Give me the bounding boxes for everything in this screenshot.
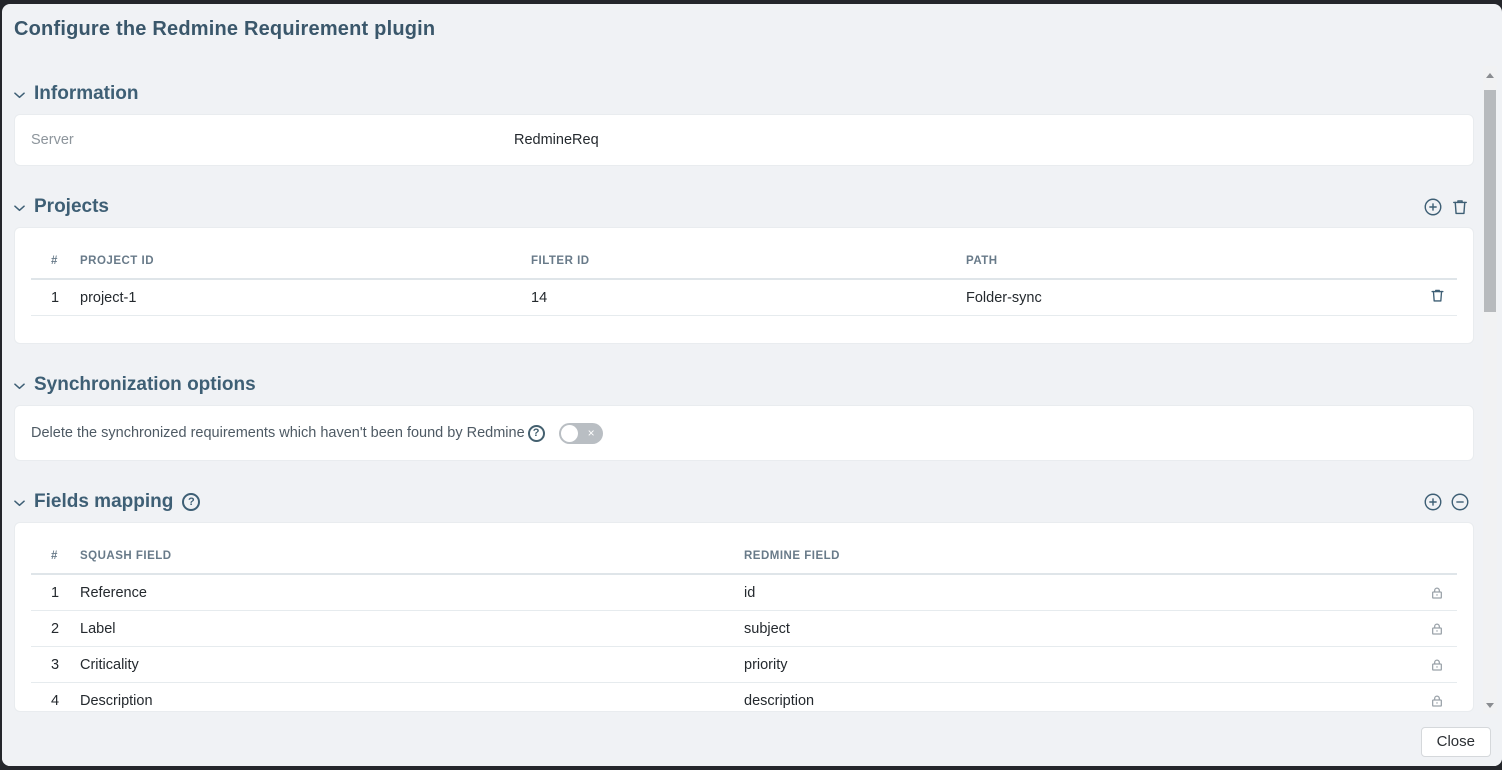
- field-mapping-row: 3 Criticality priority: [31, 647, 1457, 683]
- field-row-squash-field: Criticality: [80, 657, 744, 673]
- information-card: Server RedmineReq: [14, 114, 1474, 166]
- column-header-index: #: [51, 550, 80, 562]
- projects-section-heading: Projects: [14, 196, 1474, 218]
- scrollbar-thumb[interactable]: [1484, 90, 1496, 312]
- projects-table: # PROJECT ID FILTER ID PATH 1 project-1 …: [14, 227, 1474, 344]
- field-row-index: 4: [51, 693, 80, 709]
- dialog-footer: Close: [2, 718, 1502, 766]
- field-row-index: 1: [51, 585, 80, 601]
- lock-icon: [1429, 585, 1445, 601]
- field-row-index: 3: [51, 657, 80, 673]
- server-label: Server: [31, 132, 514, 148]
- scroll-down-arrow-icon[interactable]: [1483, 698, 1497, 712]
- projects-heading-left[interactable]: Projects: [14, 196, 109, 218]
- field-mapping-row: 4 Description description: [31, 683, 1457, 712]
- project-row-project-id[interactable]: project-1: [80, 290, 531, 306]
- trash-icon: [1450, 197, 1470, 217]
- information-section-title: Information: [34, 83, 139, 105]
- dialog-scroll-area: Information Server RedmineReq Projects: [2, 62, 1502, 718]
- toggle-off-mark: ×: [588, 427, 595, 439]
- plus-circle-icon: [1423, 197, 1443, 217]
- column-header-filter-id: FILTER ID: [531, 255, 966, 267]
- column-header-redmine-field: REDMINE FIELD: [744, 550, 1417, 562]
- sync-options-card: Delete the synchronized requirements whi…: [14, 405, 1474, 461]
- field-mapping-row: 2 Label subject: [31, 611, 1457, 647]
- projects-section-title: Projects: [34, 196, 109, 218]
- field-row-squash-field: Reference: [80, 585, 744, 601]
- delete-sync-option-label: Delete the synchronized requirements whi…: [31, 425, 525, 441]
- add-field-mapping-button[interactable]: [1423, 492, 1443, 512]
- fields-mapping-section-title: Fields mapping: [34, 491, 173, 513]
- fields-table-header: # SQUASH FIELD REDMINE FIELD: [31, 539, 1457, 575]
- chevron-down-icon: [14, 92, 25, 99]
- redmine-plugin-config-dialog: Configure the Redmine Requirement plugin…: [2, 4, 1502, 766]
- delete-sync-toggle[interactable]: ×: [559, 423, 603, 444]
- field-mapping-row: 1 Reference id: [31, 575, 1457, 611]
- delete-projects-button[interactable]: [1450, 197, 1470, 217]
- lock-icon: [1429, 657, 1445, 673]
- information-section-heading: Information: [14, 83, 1474, 105]
- field-row-squash-field: Label: [80, 621, 744, 637]
- project-row: 1 project-1 14 Folder-sync: [31, 280, 1457, 316]
- close-button[interactable]: Close: [1421, 727, 1491, 757]
- plus-circle-icon: [1423, 492, 1443, 512]
- sync-options-section-heading: Synchronization options: [14, 374, 1474, 396]
- delete-project-row-button[interactable]: [1429, 287, 1446, 304]
- chevron-down-icon: [14, 500, 25, 507]
- field-row-redmine-field: id: [744, 585, 1417, 601]
- chevron-down-icon: [14, 383, 25, 390]
- dialog-header: Configure the Redmine Requirement plugin: [2, 4, 1502, 62]
- column-header-index: #: [51, 255, 80, 267]
- lock-icon: [1429, 693, 1445, 709]
- column-header-squash-field: SQUASH FIELD: [80, 550, 744, 562]
- minus-circle-icon: [1450, 492, 1470, 512]
- vertical-scrollbar[interactable]: [1483, 66, 1497, 714]
- dialog-title: Configure the Redmine Requirement plugin: [14, 18, 1502, 41]
- field-row-redmine-field: subject: [744, 621, 1417, 637]
- information-heading-left[interactable]: Information: [14, 83, 139, 105]
- toggle-knob: [561, 425, 578, 442]
- field-row-index: 2: [51, 621, 80, 637]
- fields-mapping-table: # SQUASH FIELD REDMINE FIELD 1 Reference…: [14, 522, 1474, 712]
- lock-icon: [1429, 621, 1445, 637]
- projects-table-header: # PROJECT ID FILTER ID PATH: [31, 244, 1457, 280]
- server-value: RedmineReq: [514, 132, 599, 148]
- fields-mapping-section-heading: Fields mapping ?: [14, 491, 1474, 513]
- project-row-filter-id[interactable]: 14: [531, 290, 966, 306]
- project-row-path[interactable]: Folder-sync: [966, 290, 1417, 306]
- column-header-project-id: PROJECT ID: [80, 255, 531, 267]
- project-row-index: 1: [51, 290, 80, 306]
- chevron-down-icon: [14, 205, 25, 212]
- field-row-redmine-field: description: [744, 693, 1417, 709]
- scroll-up-arrow-icon[interactable]: [1483, 68, 1497, 82]
- add-project-button[interactable]: [1423, 197, 1443, 217]
- sync-options-section-title: Synchronization options: [34, 374, 256, 396]
- column-header-path: PATH: [966, 255, 1417, 267]
- sync-options-heading-left[interactable]: Synchronization options: [14, 374, 256, 396]
- question-circle-icon[interactable]: ?: [182, 493, 200, 511]
- field-row-redmine-field: priority: [744, 657, 1417, 673]
- trash-icon: [1429, 287, 1446, 304]
- remove-field-mapping-button[interactable]: [1450, 492, 1470, 512]
- fields-mapping-heading-left[interactable]: Fields mapping ?: [14, 491, 200, 513]
- question-circle-icon[interactable]: ?: [528, 425, 545, 442]
- field-row-squash-field: Description: [80, 693, 744, 709]
